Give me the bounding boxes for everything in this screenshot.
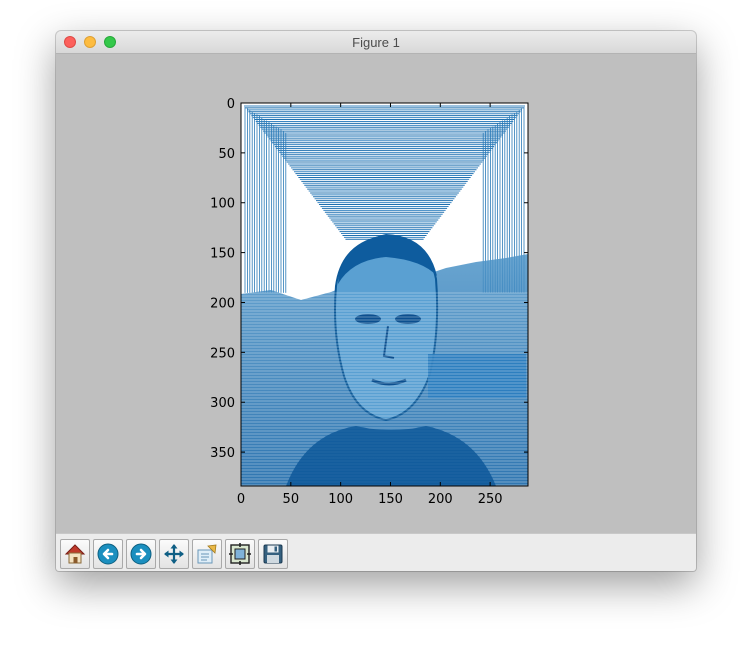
x-tick-label: 250 [478,492,503,507]
y-tick-label: 200 [210,296,235,311]
left-eye [355,314,381,324]
y-tick-label: 250 [210,346,235,361]
y-tick-label: 350 [210,446,235,461]
arrow-left-icon [97,543,119,565]
home-button[interactable] [60,539,90,569]
configure-subplots-icon [229,543,251,565]
navigation-toolbar [56,533,696,571]
back-button[interactable] [93,539,123,569]
x-tick-label: 100 [328,492,353,507]
figure-canvas[interactable]: 0 50 100 150 200 250 0 50 100 150 200 250 300 350 [56,54,696,533]
configure-subplots-button[interactable] [225,539,255,569]
y-tick-label: 50 [218,147,235,162]
figure-window: Figure 1 0 50 100 150 200 250 0 50 100 150 200 250… [56,31,696,571]
x-tick-label: 0 [237,492,245,507]
y-tick-label: 100 [210,197,235,212]
save-button[interactable] [258,539,288,569]
arrow-right-icon [130,543,152,565]
window-title: Figure 1 [352,35,400,50]
y-tick-label: 0 [227,97,235,112]
image-plot[interactable]: 0 50 100 150 200 250 0 50 100 150 200 250 300 350 [56,54,696,533]
floppy-disk-icon [263,544,283,564]
y-tick-label: 150 [210,247,235,262]
home-icon [64,544,86,564]
x-tick-label: 150 [378,492,403,507]
pan-button[interactable] [159,539,189,569]
title-bar[interactable]: Figure 1 [56,31,696,54]
forward-button[interactable] [126,539,156,569]
background-panel [428,354,526,398]
move-arrows-icon [164,544,184,564]
x-tick-label: 50 [283,492,300,507]
right-eye [395,314,421,324]
zoom-rect-icon [197,544,217,564]
x-tick-label: 200 [428,492,453,507]
zoom-button[interactable] [192,539,222,569]
y-tick-label: 300 [210,396,235,411]
